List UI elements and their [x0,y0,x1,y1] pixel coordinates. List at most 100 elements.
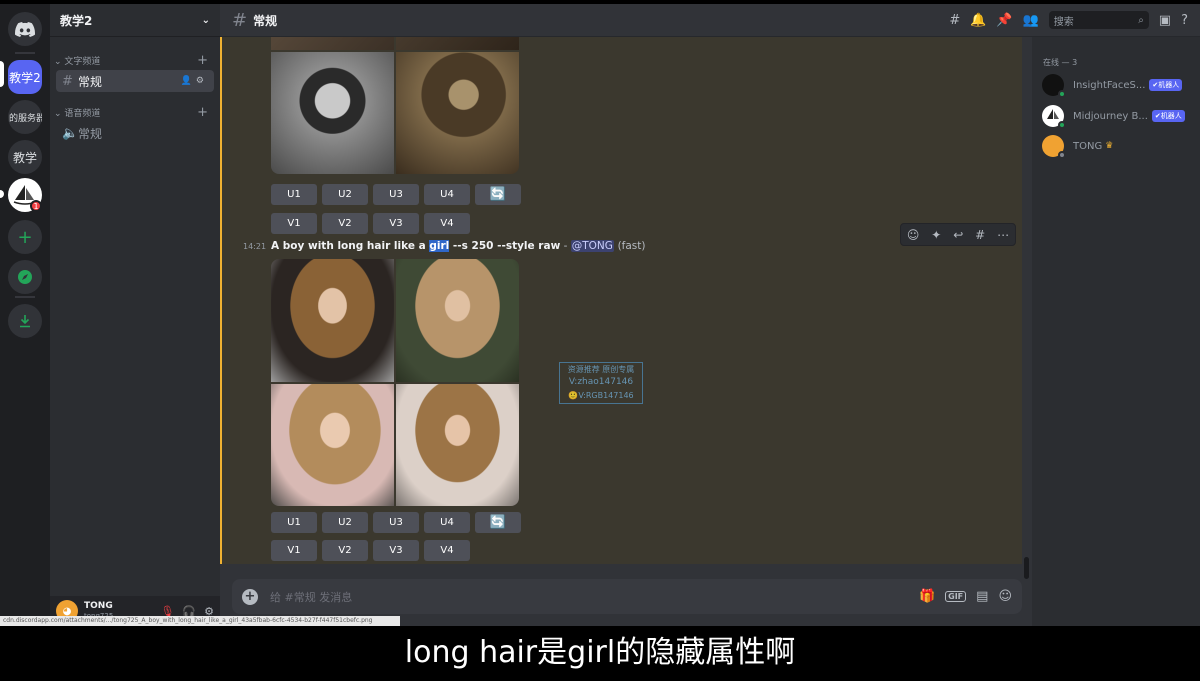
add-channel-icon[interactable]: + [197,105,208,120]
sticker-icon[interactable]: ▤ [976,589,988,604]
prompt-highlight: girl [429,240,450,252]
upload-plus-icon[interactable]: + [242,588,258,605]
prompt-params: --s 250 --style raw [449,240,561,252]
channel-title: 常规 [253,13,278,28]
message-scrollbar[interactable] [1024,557,1029,579]
message-row: 14:21 A boy with long hair like a girl -… [222,239,1022,257]
variation-button-1[interactable]: V1 [271,213,317,234]
gif-icon[interactable]: GIF [945,591,967,602]
grid-image-3[interactable] [271,384,394,506]
bell-icon[interactable]: 🔔 [970,13,986,28]
image-grid-previous[interactable] [271,37,519,174]
variation-button-2[interactable]: V2 [322,540,368,561]
speaker-icon: 🔈 [62,125,79,141]
search-input[interactable]: 搜索 ⌕ [1048,11,1149,29]
upscale-button-4[interactable]: U4 [424,512,470,533]
status-url: cdn.discordapp.com/attachments/.../tong7… [0,616,400,626]
upscale-button-3[interactable]: U3 [373,512,419,533]
watermark-line-2: V:zhao147146 [568,377,634,387]
bot-badge: ✔机器人 [1151,110,1185,122]
channel-header: # 常规 # 🔔 📌 👥 搜索 ⌕ ▣ ? [220,4,1200,37]
discord-app: 教学2 的服务器 教学 1 + 教学2 ⌄ ⌄ 文字频道 + # 常规 👤⚙ ⌄… [0,4,1200,626]
user-mention[interactable]: @TONG [570,240,614,252]
add-server-icon[interactable]: + [8,220,42,254]
unread-pill [0,190,4,198]
emoji-icon[interactable]: ☺ [998,589,1012,604]
variation-button-1[interactable]: V1 [271,540,317,561]
grid-image-3[interactable] [271,52,394,174]
explore-compass-icon[interactable] [8,260,42,294]
search-icon: ⌕ [1138,14,1144,26]
gear-icon[interactable]: ⚙ [196,76,208,86]
message-separator: - [560,240,571,252]
threads-icon[interactable]: # [949,13,960,28]
category-text-channels[interactable]: ⌄ 文字频道 + [50,52,220,68]
server-my-server[interactable]: 的服务器 [8,100,42,134]
category-label: 文字频道 [64,56,101,67]
member-name: TONG [1073,140,1103,152]
chevron-down-icon: ⌄ [54,108,62,119]
grid-image-4[interactable] [396,52,519,174]
guild-header[interactable]: 教学2 ⌄ [50,4,220,37]
variation-button-3[interactable]: V3 [373,540,419,561]
reroll-button[interactable]: 🔄 [475,184,521,205]
variation-button-4[interactable]: V4 [424,213,470,234]
pin-icon[interactable]: 📌 [996,13,1012,28]
online-heading: 在线 — 3 [1043,58,1078,67]
channel-sidebar: 教学2 ⌄ ⌄ 文字频道 + # 常规 👤⚙ ⌄ 语音频道 + 🔈 常规 ◕ T… [50,4,220,626]
server-jiaoxue2[interactable]: 教学2 [8,60,42,94]
grid-image-1[interactable] [271,37,394,50]
rail-separator [15,52,35,54]
variation-button-3[interactable]: V3 [373,213,419,234]
member-name: Midjourney B... [1073,110,1148,122]
server-rail: 教学2 的服务器 教学 1 + [0,4,50,626]
member-midjourney[interactable]: Midjourney B... ✔机器人 [1042,103,1185,129]
member-avatar [1042,135,1066,159]
speed-label: (fast) [617,240,646,252]
video-subtitle: long hair是girl的隐藏属性啊 [404,634,796,670]
discord-home-icon[interactable] [8,12,42,46]
add-channel-icon[interactable]: + [197,53,208,68]
member-insightface[interactable]: InsightFaceS... ✔机器人 [1042,72,1183,98]
grid-image-1[interactable] [271,259,394,382]
inbox-icon[interactable]: ▣ [1159,13,1171,28]
grid-image-2[interactable] [396,259,519,382]
upscale-button-2[interactable]: U2 [322,184,368,205]
category-voice-channels[interactable]: ⌄ 语音频道 + [50,104,220,120]
server-jiaoxue[interactable]: 教学 [8,140,42,174]
grid-image-2[interactable] [396,37,519,50]
bot-badge: ✔机器人 [1149,79,1183,91]
voice-channel-general[interactable]: 🔈 常规 [56,122,214,144]
variation-button-4[interactable]: V4 [424,540,470,561]
download-apps-icon[interactable] [8,304,42,338]
grid-image-4[interactable] [396,384,519,506]
member-avatar [1042,105,1066,129]
message-composer[interactable]: + 给 #常规 发消息 🎁 GIF ▤ ☺ [232,579,1022,614]
invite-user-icon[interactable]: 👤 [181,76,196,86]
channel-item-general[interactable]: # 常规 👤⚙ [56,70,214,92]
image-grid-current[interactable] [271,259,519,506]
upscale-button-4[interactable]: U4 [424,184,470,205]
member-name: InsightFaceS... [1073,79,1146,91]
variation-button-2[interactable]: V2 [322,213,368,234]
watermark-line-3: 🙂V:RGB147146 [568,391,634,400]
member-list-icon[interactable]: 👥 [1023,13,1039,28]
upscale-button-1[interactable]: U1 [271,184,317,205]
guild-name: 教学2 [60,13,93,28]
member-tong[interactable]: TONG ♛ [1042,133,1113,159]
prompt-text: A boy with long hair like a [271,240,430,252]
gift-icon[interactable]: 🎁 [919,589,935,604]
channel-label: 常规 [78,126,103,141]
upscale-button-2[interactable]: U2 [322,512,368,533]
user-name: TONG [84,601,113,611]
rail-separator-2 [15,296,35,298]
hashtag-icon: # [62,73,73,89]
upscale-button-3[interactable]: U3 [373,184,419,205]
message-list: U1 U2 U3 U4 🔄 V1 V2 V3 V4 ☺ ✦ ↩ # ⋯ 14:2… [220,37,1022,564]
watermark-line-1: 资源推荐 原创专属 [567,365,635,374]
upscale-button-1[interactable]: U1 [271,512,317,533]
reroll-button[interactable]: 🔄 [475,512,521,533]
help-icon[interactable]: ? [1181,13,1188,28]
hashtag-icon: # [232,9,248,31]
member-avatar [1042,74,1066,98]
